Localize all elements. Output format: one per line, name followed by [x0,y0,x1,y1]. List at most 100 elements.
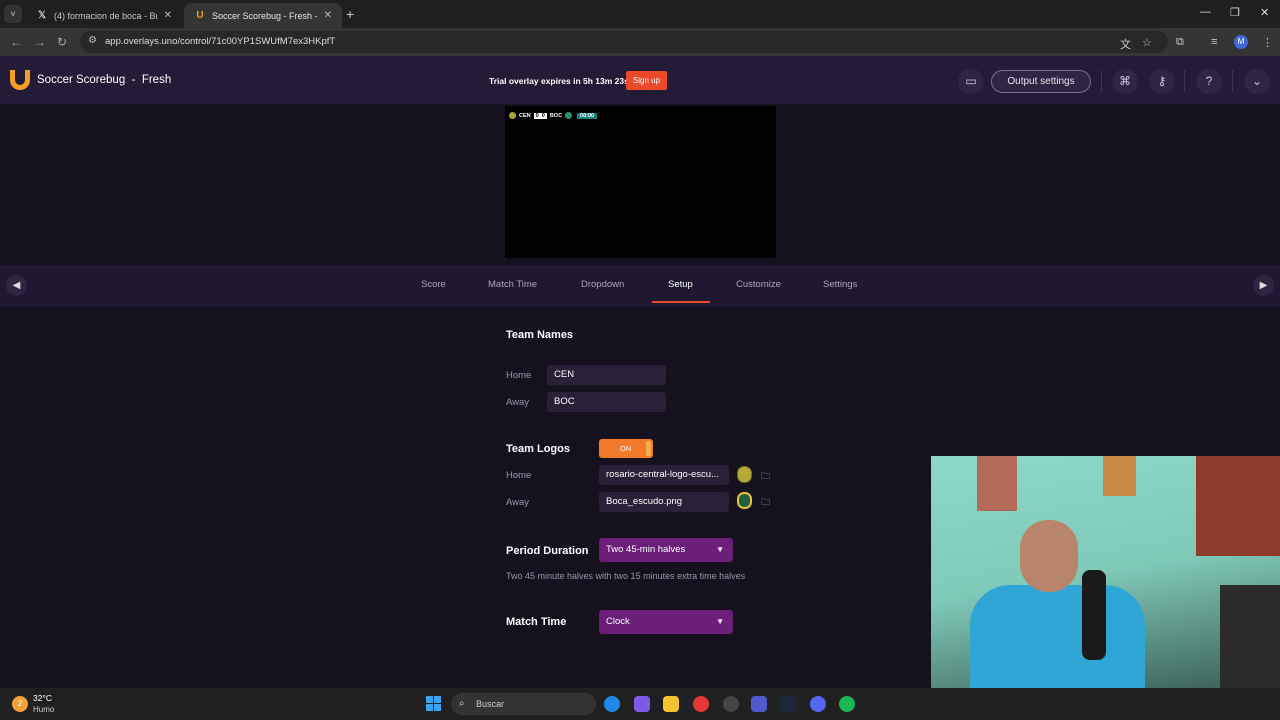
copilot-icon[interactable] [634,696,650,712]
home-logo-label: Home [506,470,532,481]
weather-icon[interactable]: 2 [12,696,28,712]
team-names-heading: Team Names [506,329,574,341]
wall-poster [977,456,1017,511]
webcam-person-body [970,585,1145,688]
tab-score[interactable]: Score [421,279,446,290]
home-team-abbr: CEN [519,112,531,119]
extensions-icon[interactable]: ⧉ [1176,36,1184,49]
tab-search-dropdown[interactable]: ˅ [4,5,22,23]
overlays-uno-icon: U [196,9,204,21]
search-icon: ⌕ [459,698,465,709]
home-name-label: Home [506,370,532,381]
team-logos-heading: Team Logos [506,443,570,455]
period-duration-select[interactable]: Two 45-min halves ▼ [599,538,733,562]
profile-avatar[interactable]: M [1234,35,1248,49]
x-logo-icon: 𝕏 [37,9,47,21]
tab-setup[interactable]: Setup [668,279,693,290]
active-tab-indicator [652,301,710,303]
discord-icon[interactable] [810,696,826,712]
spotify-icon[interactable] [839,696,855,712]
home-logo-file-input[interactable]: rosario-central-logo-escu... [599,465,729,485]
tab-match-time[interactable]: Match Time [488,279,537,290]
file-explorer-icon[interactable] [663,696,679,712]
scorebug: CEN 0 0 BOC 00:00 [509,111,598,120]
close-tab-icon[interactable]: ✕ [164,10,172,21]
windows-taskbar: 2 32°C Humo ⌕ Buscar [0,688,1280,720]
translate-icon[interactable]: 文 [1120,36,1131,52]
team-logos-toggle[interactable]: ON [599,439,653,458]
minimize-icon[interactable]: — [1200,6,1211,18]
edge-icon[interactable] [604,696,620,712]
control-tabs-bar: ◀ Score Match Time Dropdown Setup Custom… [0,265,1280,306]
match-time-value: Clock [606,616,630,627]
browser-tabstrip: ˅ 𝕏 (4) formacion de boca - Buscar ✕ U S… [0,0,1280,28]
period-duration-value: Two 45-min halves [606,544,686,555]
chevron-down-icon[interactable]: ⌄ [1244,69,1270,94]
wall-poster [1103,456,1136,496]
overlays-uno-logo[interactable] [10,70,30,90]
menu-kebab-icon[interactable]: ⋮ [1262,36,1273,49]
browser-toolbar: ← → ↻ ⚙ app.overlays.uno/control/71c00YP… [0,28,1280,56]
period-duration-heading: Period Duration [506,545,589,557]
header-divider [1101,70,1102,92]
folder-icon[interactable]: 🗀 [761,495,770,511]
webcam-monitor-silhouette [1220,585,1280,688]
away-team-name-input[interactable]: BOC [547,392,666,412]
away-team-logo [565,112,573,119]
windows-start-icon[interactable] [426,696,441,711]
media-controls-icon[interactable]: ≡ [1211,36,1217,48]
prev-arrow-icon[interactable]: ◀ [6,275,27,296]
match-time-heading: Match Time [506,616,567,628]
temperature-text: 32°C [33,693,52,703]
webcam-microphone [1082,570,1106,660]
monitor-icon[interactable]: ▭ [958,69,984,94]
close-tab-icon[interactable]: ✕ [324,10,332,21]
address-bar[interactable]: ⚙ app.overlays.uno/control/71c00YP1SWUfM… [80,31,1168,53]
away-logo-thumbnail [737,492,752,509]
back-icon[interactable]: ← [10,35,22,49]
tab-dropdown[interactable]: Dropdown [581,279,624,290]
away-team-abbr: BOC [549,112,563,119]
teams-icon[interactable] [751,696,767,712]
away-logo-file-input[interactable]: Boca_escudo.png [599,492,729,512]
output-settings-button[interactable]: Output settings [991,70,1091,93]
help-button[interactable]: ? [1196,69,1222,94]
obs-icon[interactable] [723,696,739,712]
next-arrow-icon[interactable]: ▶ [1253,275,1274,296]
key-icon[interactable]: ⚷ [1149,69,1175,94]
chrome-icon[interactable] [693,696,709,712]
score-display: 0 0 [533,112,547,119]
toggle-state-label: ON [620,444,632,453]
wall-poster [1196,456,1280,556]
reload-icon[interactable]: ↻ [57,35,67,49]
restore-icon[interactable]: ❐ [1230,6,1240,19]
header-divider [1232,70,1233,92]
match-time-select[interactable]: Clock ▼ [599,610,733,634]
tab-customize[interactable]: Customize [736,279,781,290]
folder-icon[interactable]: 🗀 [761,469,770,485]
chevron-down-icon: ▼ [716,545,724,554]
chevron-down-icon: ▼ [716,617,724,626]
gamepad-icon[interactable]: ⌘ [1112,69,1138,94]
close-window-icon[interactable]: ✕ [1260,6,1269,19]
home-team-logo [509,112,516,119]
match-clock: 00:00 [577,112,598,119]
site-info-icon[interactable]: ⚙ [88,35,97,46]
browser-tab-overlays[interactable]: U Soccer Scorebug - Fresh - overl ✕ [184,3,342,28]
header-divider [1184,70,1185,92]
weather-description: Humo [33,705,55,714]
taskbar-search[interactable]: ⌕ Buscar [451,693,596,715]
home-team-name-input[interactable]: CEN [547,365,666,385]
overlay-preview: CEN 0 0 BOC 00:00 [505,106,776,258]
home-logo-thumbnail [737,466,752,483]
toggle-knob [646,441,651,456]
browser-tab-search[interactable]: 𝕏 (4) formacion de boca - Buscar ✕ [26,3,182,28]
steam-icon[interactable] [780,696,796,712]
new-tab-icon[interactable]: + [346,6,354,22]
tab-title: (4) formacion de boca - Buscar [54,10,158,21]
signup-button[interactable]: Sign up [626,71,667,90]
forward-icon[interactable]: → [34,35,46,49]
tab-settings[interactable]: Settings [823,279,857,290]
bookmark-star-icon[interactable]: ☆ [1142,36,1152,49]
url-text: app.overlays.uno/control/71c00YP1SWUfM7e… [105,36,336,47]
